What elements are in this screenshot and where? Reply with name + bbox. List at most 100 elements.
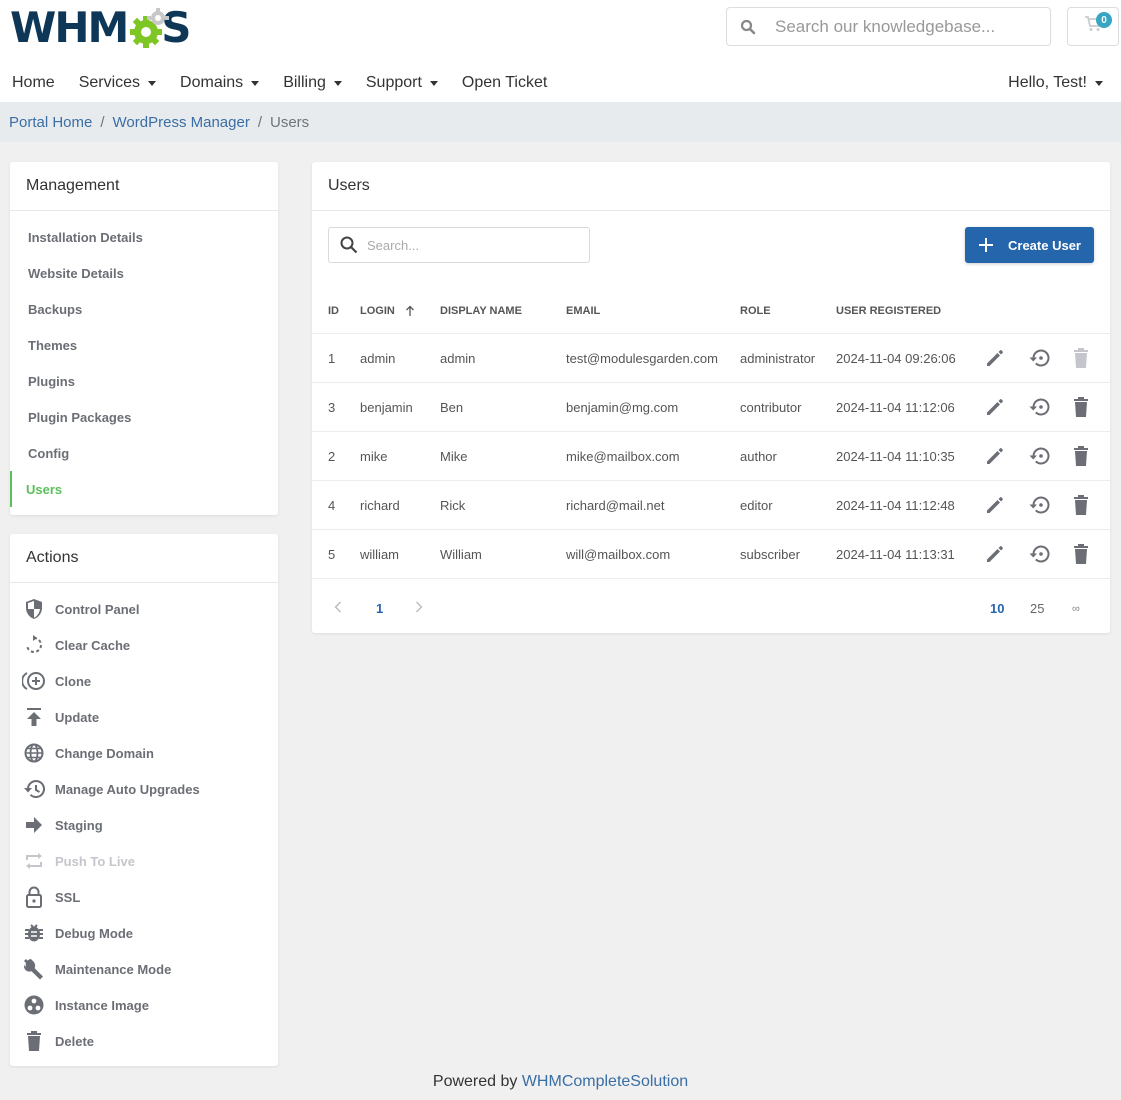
breadcrumb-portal-home[interactable]: Portal Home [9,114,92,131]
reset-password-button[interactable] [1028,334,1050,382]
action-debug-mode[interactable]: Debug Mode [10,915,278,951]
cell-role: author [740,448,777,464]
delete-user-button[interactable] [1070,481,1092,529]
clone-plus-icon [22,669,46,693]
reset-password-button[interactable] [1028,481,1050,529]
pencil-icon [985,446,1005,466]
action-push-to-live[interactable]: Push To Live [10,843,278,879]
action-manage-auto-upgrades[interactable]: Manage Auto Upgrades [10,771,278,807]
column-header-role[interactable]: ROLE [740,287,771,334]
column-header-login[interactable]: LOGIN [360,287,415,334]
page-size-all[interactable]: ∞ [1072,584,1080,633]
pencil-icon [985,348,1005,368]
edit-user-button[interactable] [984,432,1006,480]
trash-icon [1073,348,1089,368]
knowledgebase-search-input[interactable] [765,16,1050,37]
cell-id: 4 [328,497,336,513]
search-icon [329,236,365,254]
edit-user-button[interactable] [984,383,1006,431]
next-page-button[interactable] [415,584,423,633]
action-delete[interactable]: Delete [10,1023,278,1059]
sidebar-item-config[interactable]: Config [10,435,278,471]
nav-label: Home [12,74,55,91]
footer-link[interactable]: WHMCompleteSolution [522,1073,688,1090]
sidebar-item-backups[interactable]: Backups [10,291,278,327]
sidebar-item-users[interactable]: Users [10,471,278,507]
history-reset-icon [1028,348,1050,368]
action-clear-cache[interactable]: Clear Cache [10,627,278,663]
page-size-25[interactable]: 25 [1030,584,1044,633]
action-maintenance-mode[interactable]: Maintenance Mode [10,951,278,987]
edit-user-button[interactable] [984,334,1006,382]
sidebar-item-installation-details[interactable]: Installation Details [10,219,278,255]
delete-user-button[interactable] [1070,432,1092,480]
action-change-domain[interactable]: Change Domain [10,735,278,771]
nav-label: Billing [283,74,326,91]
action-update[interactable]: Update [10,699,278,735]
create-user-button[interactable]: Create User [965,227,1094,263]
table-row: 3 benjamin Ben benjamin@mg.com contributor 20… [312,383,1110,432]
prev-page-button[interactable] [334,584,342,633]
trash-icon [1073,544,1089,564]
cell-login: mike [360,448,388,464]
nav-support[interactable]: Support [366,74,438,92]
sidebar-item-website-details[interactable]: Website Details [10,255,278,291]
reset-password-button[interactable] [1028,432,1050,480]
users-search[interactable] [328,227,590,263]
cell-login: benjamin [360,399,413,415]
user-menu[interactable]: Hello, Test! [1008,64,1103,102]
nav-home[interactable]: Home [12,74,55,92]
main-nav: Home Services Domains Billing Support Op… [12,64,571,102]
page-size-10[interactable]: 10 [990,584,1004,633]
pagination: 1 10 25 ∞ [312,584,1110,633]
create-user-label: Create User [1008,237,1081,253]
arrow-right-icon [22,813,46,837]
action-instance-image[interactable]: Instance Image [10,987,278,1023]
edit-user-button[interactable] [984,481,1006,529]
caret-down-icon [148,80,157,86]
table-header: ID LOGIN DISPLAY NAME EMAIL ROLE USER RE… [312,287,1110,334]
cart-button[interactable]: 0 [1067,7,1119,46]
breadcrumb-current: Users [270,113,310,131]
cell-email: mike@mailbox.com [566,448,680,464]
table-row: 2 mike Mike mike@mailbox.com author 2024-11-0… [312,432,1110,481]
action-label: Delete [55,1033,95,1049]
breadcrumb-wordpress-manager[interactable]: WordPress Manager [113,114,250,131]
users-search-input[interactable] [365,237,589,253]
reset-password-button[interactable] [1028,530,1050,578]
nav-billing[interactable]: Billing [283,74,342,92]
pencil-icon [985,495,1005,515]
page-1-button[interactable]: 1 [376,584,383,633]
action-label: Clear Cache [55,637,131,653]
column-header-id[interactable]: ID [328,287,339,334]
delete-user-button[interactable] [1070,334,1092,382]
delete-user-button[interactable] [1070,383,1092,431]
actions-panel: Actions Control Panel Clear Cache Clone … [10,534,278,1066]
edit-user-button[interactable] [984,530,1006,578]
reset-password-button[interactable] [1028,383,1050,431]
nav-open-ticket[interactable]: Open Ticket [462,74,547,92]
action-control-panel[interactable]: Control Panel [10,591,278,627]
delete-user-button[interactable] [1070,530,1092,578]
column-header-display-name[interactable]: DISPLAY NAME [440,287,522,334]
column-header-email[interactable]: EMAIL [566,287,600,334]
action-staging[interactable]: Staging [10,807,278,843]
action-clone[interactable]: Clone [10,663,278,699]
action-label: Control Panel [55,601,140,617]
cell-display-name: Ben [440,399,464,415]
action-label: Update [55,709,100,725]
history-reset-icon [1028,397,1050,417]
knowledgebase-search[interactable] [726,7,1051,46]
caret-down-icon [251,80,260,86]
action-ssl[interactable]: SSL [10,879,278,915]
cell-role: contributor [740,399,802,415]
nav-services[interactable]: Services [79,74,157,92]
nav-domains[interactable]: Domains [180,74,260,92]
sidebar-item-plugins[interactable]: Plugins [10,363,278,399]
lock-icon [22,885,46,909]
cell-user-registered: 2024-11-04 11:13:31 [836,546,955,562]
sidebar-item-plugin-packages[interactable]: Plugin Packages [10,399,278,435]
sidebar-item-themes[interactable]: Themes [10,327,278,363]
whmcs-logo[interactable]: WHM S [10,6,192,50]
column-header-user-registered[interactable]: USER REGISTERED [836,287,941,334]
